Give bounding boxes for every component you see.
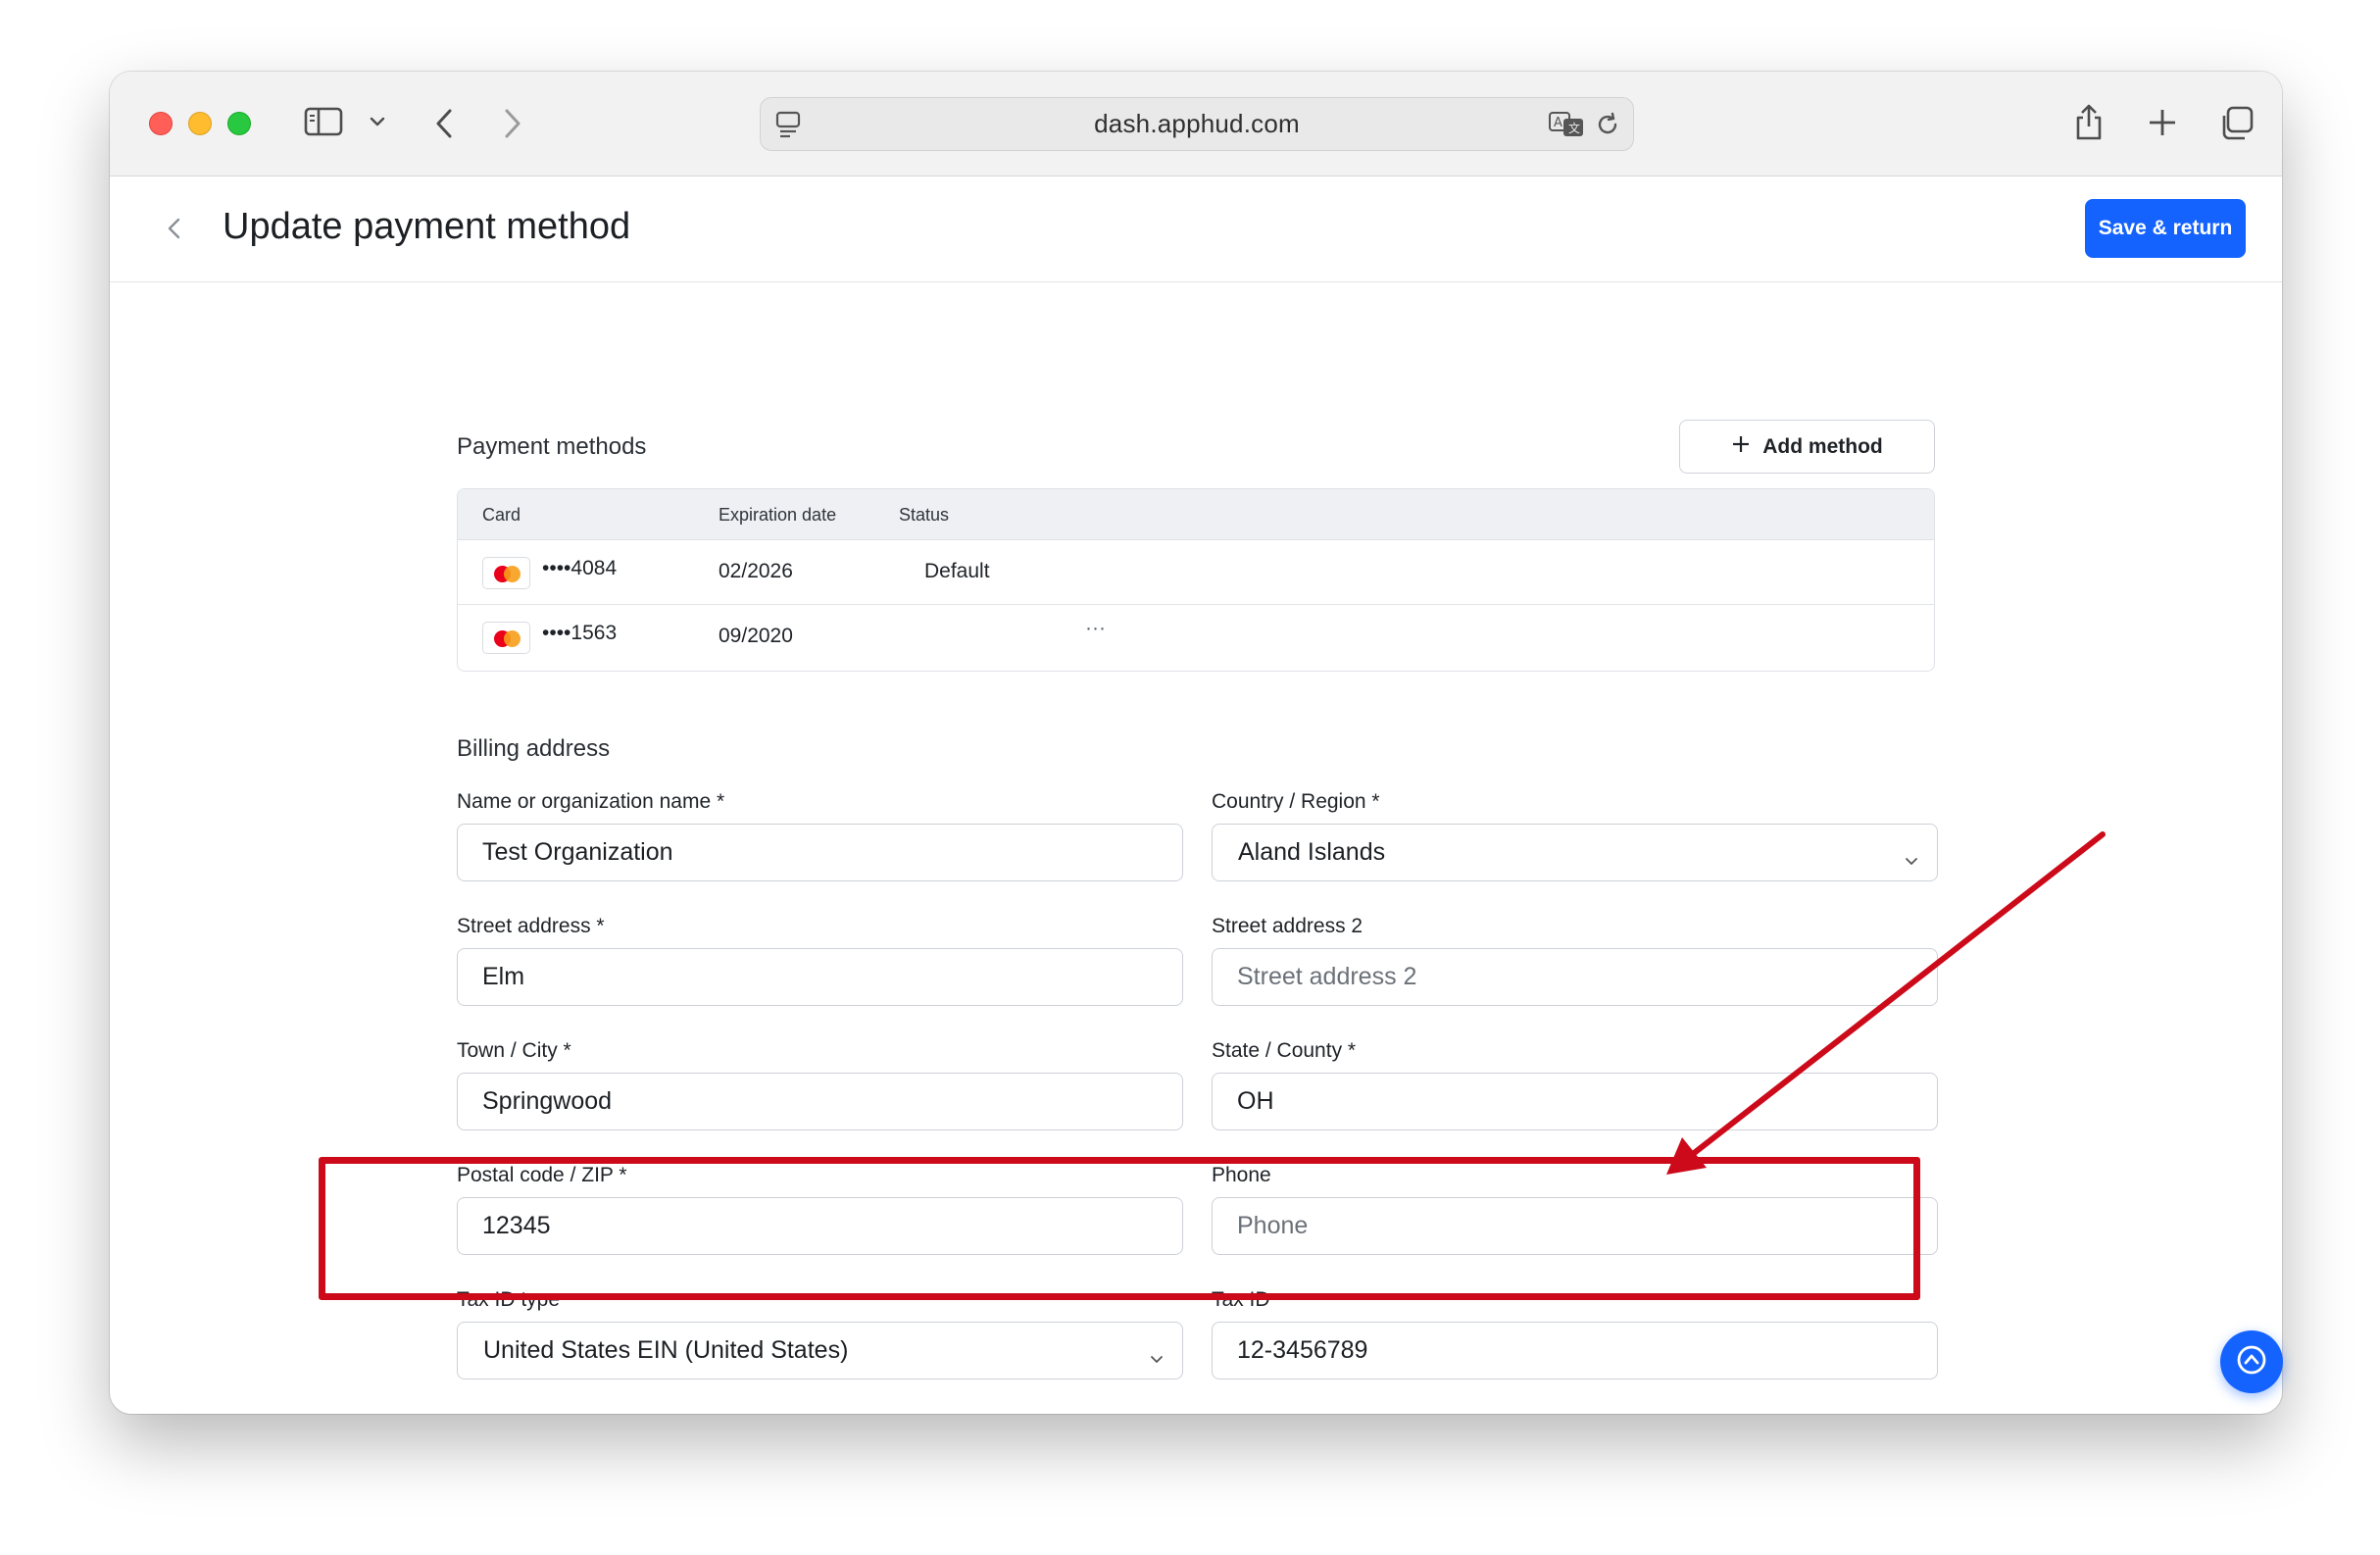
- annotation-arrow: [1666, 831, 2106, 1175]
- chat-support-button[interactable]: [2220, 1330, 2283, 1393]
- chat-support-icon: [2234, 1342, 2269, 1382]
- screenshot-stage: dash.apphud.com A文 Update payment method…: [0, 0, 2380, 1555]
